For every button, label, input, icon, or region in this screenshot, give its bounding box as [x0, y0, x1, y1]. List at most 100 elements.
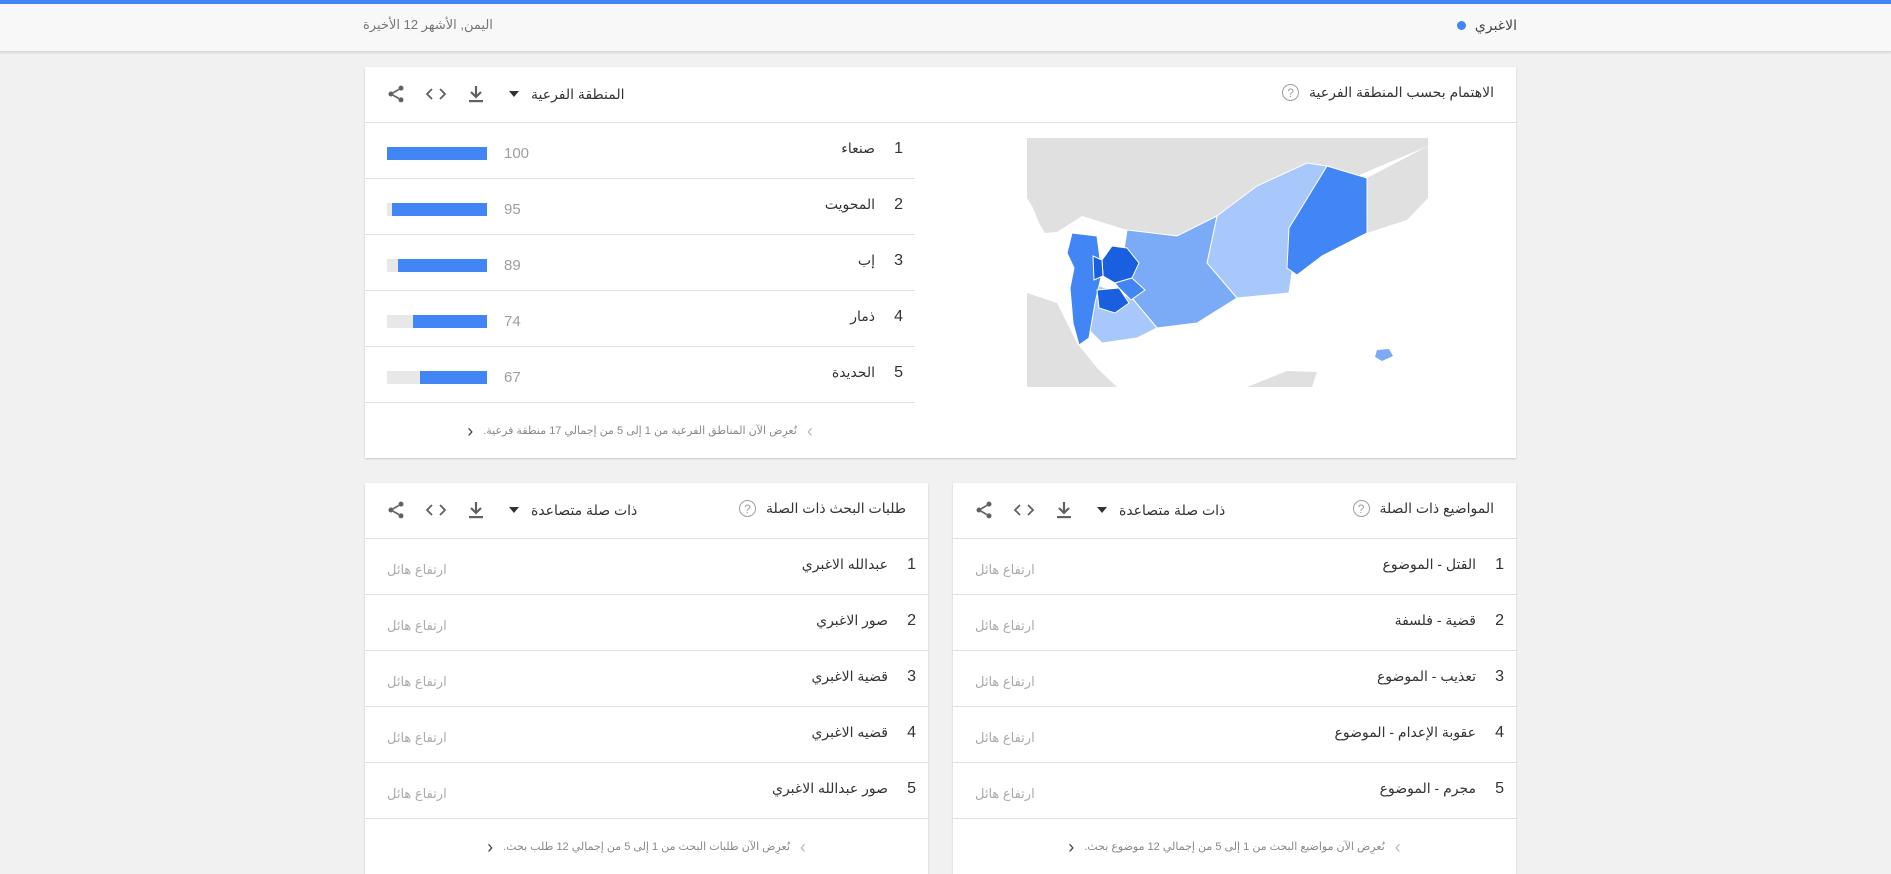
breakout-value: ارتفاع هائل — [387, 786, 447, 801]
rank-number: 5 — [907, 780, 916, 797]
query-text: صور عبدالله الاغبري — [772, 780, 888, 796]
interest-bar-fill — [387, 147, 487, 160]
prev-page-icon[interactable]: › — [807, 422, 813, 440]
query-row[interactable]: 5 صور عبدالله الاغبري ارتفاع هائل — [365, 763, 928, 819]
region-name: ذمار — [850, 308, 875, 324]
queries-card-title: طلبات البحث ذات الصلة ? — [738, 500, 906, 517]
rank-number: 4 — [894, 308, 903, 325]
prev-page-icon[interactable]: › — [800, 838, 806, 856]
search-term-chip[interactable]: الاغبري — [1456, 17, 1517, 34]
topic-name: عقوبة الإعدام - الموضوع — [1334, 724, 1477, 740]
region-row[interactable]: 4 ذمار 74 — [365, 291, 915, 347]
rank-number: 5 — [894, 364, 903, 381]
queries-title-text: طلبات البحث ذات الصلة — [765, 500, 906, 516]
download-icon[interactable] — [463, 81, 489, 107]
query-row[interactable]: 1 عبدالله الاغبري ارتفاع هائل — [365, 539, 928, 595]
topic-name: القتل - الموضوع — [1382, 556, 1476, 572]
interest-value: 89 — [504, 257, 521, 274]
interest-bar-track — [387, 203, 487, 216]
queries-filter-dropdown[interactable]: ذات صلة متصاعدة — [509, 502, 637, 519]
scope-label: اليمن, الأشهر 12 الأخيرة — [363, 17, 493, 32]
related-queries-card: طلبات البحث ذات الصلة ? ذات صلة متصاعدة … — [365, 483, 928, 874]
interest-bar-fill — [392, 203, 487, 216]
topics-card-header: المواضيع ذات الصلة ? ذات صلة متصاعدة — [953, 483, 1516, 539]
region-card-title: الاهتمام بحسب المنطقة الفرعية ? — [1282, 84, 1494, 101]
query-row[interactable]: 2 صور الاغبري ارتفاع هائل — [365, 595, 928, 651]
topic-row[interactable]: 2 قضية - فلسفة ارتفاع هائل — [953, 595, 1516, 651]
queries-toolbar: ذات صلة متصاعدة — [383, 497, 637, 523]
interest-value: 100 — [504, 145, 530, 162]
pagination-text: نُعرِض الآن طلبات البحث من 1 إلى 5 من إج… — [503, 841, 790, 853]
download-icon[interactable] — [1051, 497, 1077, 523]
embed-icon[interactable] — [1011, 497, 1037, 523]
queries-pagination: › نُعرِض الآن طلبات البحث من 1 إلى 5 من … — [365, 819, 928, 874]
topics-filter-dropdown[interactable]: ذات صلة متصاعدة — [1097, 502, 1225, 519]
search-term-label: الاغبري — [1474, 17, 1517, 33]
caret-down-icon — [509, 507, 519, 513]
rank-number: 3 — [894, 252, 903, 269]
topic-row[interactable]: 5 مجرم - الموضوع ارتفاع هائل — [953, 763, 1516, 819]
breakout-value: ارتفاع هائل — [975, 786, 1035, 801]
region-row[interactable]: 2 المحويت 95 — [365, 179, 915, 235]
breakout-value: ارتفاع هائل — [387, 562, 447, 577]
region-row[interactable]: 3 إب 89 — [365, 235, 915, 291]
interest-value: 74 — [504, 313, 521, 330]
region-name: إب — [857, 252, 875, 268]
region-row[interactable]: 5 الحديدة 67 — [365, 347, 915, 402]
rank-number: 1 — [907, 556, 916, 573]
region-resolution-dropdown[interactable]: المنطقة الفرعية — [509, 86, 624, 103]
prev-page-icon[interactable]: › — [1395, 838, 1401, 856]
topic-row[interactable]: 3 تعذيب - الموضوع ارتفاع هائل — [953, 651, 1516, 707]
region-name: صنعاء — [841, 140, 875, 156]
region-card: الاهتمام بحسب المنطقة الفرعية ? المنطقة … — [365, 67, 1516, 458]
comparison-bar: الاغبري اليمن, الأشهر 12 الأخيرة — [0, 4, 1891, 52]
share-icon[interactable] — [383, 497, 409, 523]
rank-number: 4 — [907, 724, 916, 741]
interest-bar-fill — [398, 259, 487, 272]
caret-down-icon — [1097, 507, 1107, 513]
next-page-icon[interactable]: ‹ — [1068, 838, 1074, 856]
help-icon[interactable]: ? — [1282, 84, 1300, 101]
topics-pagination: › نُعرِض الآن مواضيع البحث من 1 إلى 5 من… — [953, 819, 1516, 874]
rank-number: 4 — [1495, 724, 1504, 741]
rank-number: 2 — [907, 612, 916, 629]
breakout-value: ارتفاع هائل — [975, 562, 1035, 577]
query-row[interactable]: 3 قضية الاغبري ارتفاع هائل — [365, 651, 928, 707]
help-icon[interactable]: ? — [1352, 500, 1370, 517]
breakout-value: ارتفاع هائل — [975, 674, 1035, 689]
breakout-value: ارتفاع هائل — [387, 674, 447, 689]
query-row[interactable]: 4 قضيه الاغبري ارتفاع هائل — [365, 707, 928, 763]
download-icon[interactable] — [463, 497, 489, 523]
topic-row[interactable]: 4 عقوبة الإعدام - الموضوع ارتفاع هائل — [953, 707, 1516, 763]
region-card-header: الاهتمام بحسب المنطقة الفرعية ? المنطقة … — [365, 67, 1516, 123]
region-pagination: › نُعرِض الآن المناطق الفرعية من 1 إلى 5… — [365, 402, 915, 458]
yemen-map[interactable] — [1027, 138, 1428, 387]
rank-number: 5 — [1495, 780, 1504, 797]
region-title-text: الاهتمام بحسب المنطقة الفرعية — [1309, 84, 1494, 100]
interest-bar-track — [387, 147, 487, 160]
topic-name: مجرم - الموضوع — [1379, 780, 1476, 796]
pagination-text: نُعرِض الآن المناطق الفرعية من 1 إلى 5 م… — [483, 425, 797, 437]
rank-number: 1 — [1495, 556, 1504, 573]
topic-name: قضية - فلسفة — [1394, 612, 1476, 628]
embed-icon[interactable] — [423, 81, 449, 107]
interest-bar-fill — [420, 371, 487, 384]
next-page-icon[interactable]: ‹ — [467, 422, 473, 440]
breakout-value: ارتفاع هائل — [387, 730, 447, 745]
interest-bar-track — [387, 371, 487, 384]
embed-icon[interactable] — [423, 497, 449, 523]
share-icon[interactable] — [383, 81, 409, 107]
share-icon[interactable] — [971, 497, 997, 523]
topic-row[interactable]: 1 القتل - الموضوع ارتفاع هائل — [953, 539, 1516, 595]
interest-value: 67 — [504, 369, 521, 386]
region-row[interactable]: 1 صنعاء 100 — [365, 123, 915, 179]
region-name: المحويت — [824, 196, 875, 212]
dropdown-label: المنطقة الفرعية — [531, 85, 625, 102]
topics-card-title: المواضيع ذات الصلة ? — [1352, 500, 1494, 517]
breakout-value: ارتفاع هائل — [387, 618, 447, 633]
next-page-icon[interactable]: ‹ — [487, 838, 493, 856]
rank-number: 2 — [1495, 612, 1504, 629]
help-icon[interactable]: ? — [738, 500, 756, 517]
topic-name: تعذيب - الموضوع — [1376, 668, 1476, 684]
queries-card-header: طلبات البحث ذات الصلة ? ذات صلة متصاعدة — [365, 483, 928, 539]
